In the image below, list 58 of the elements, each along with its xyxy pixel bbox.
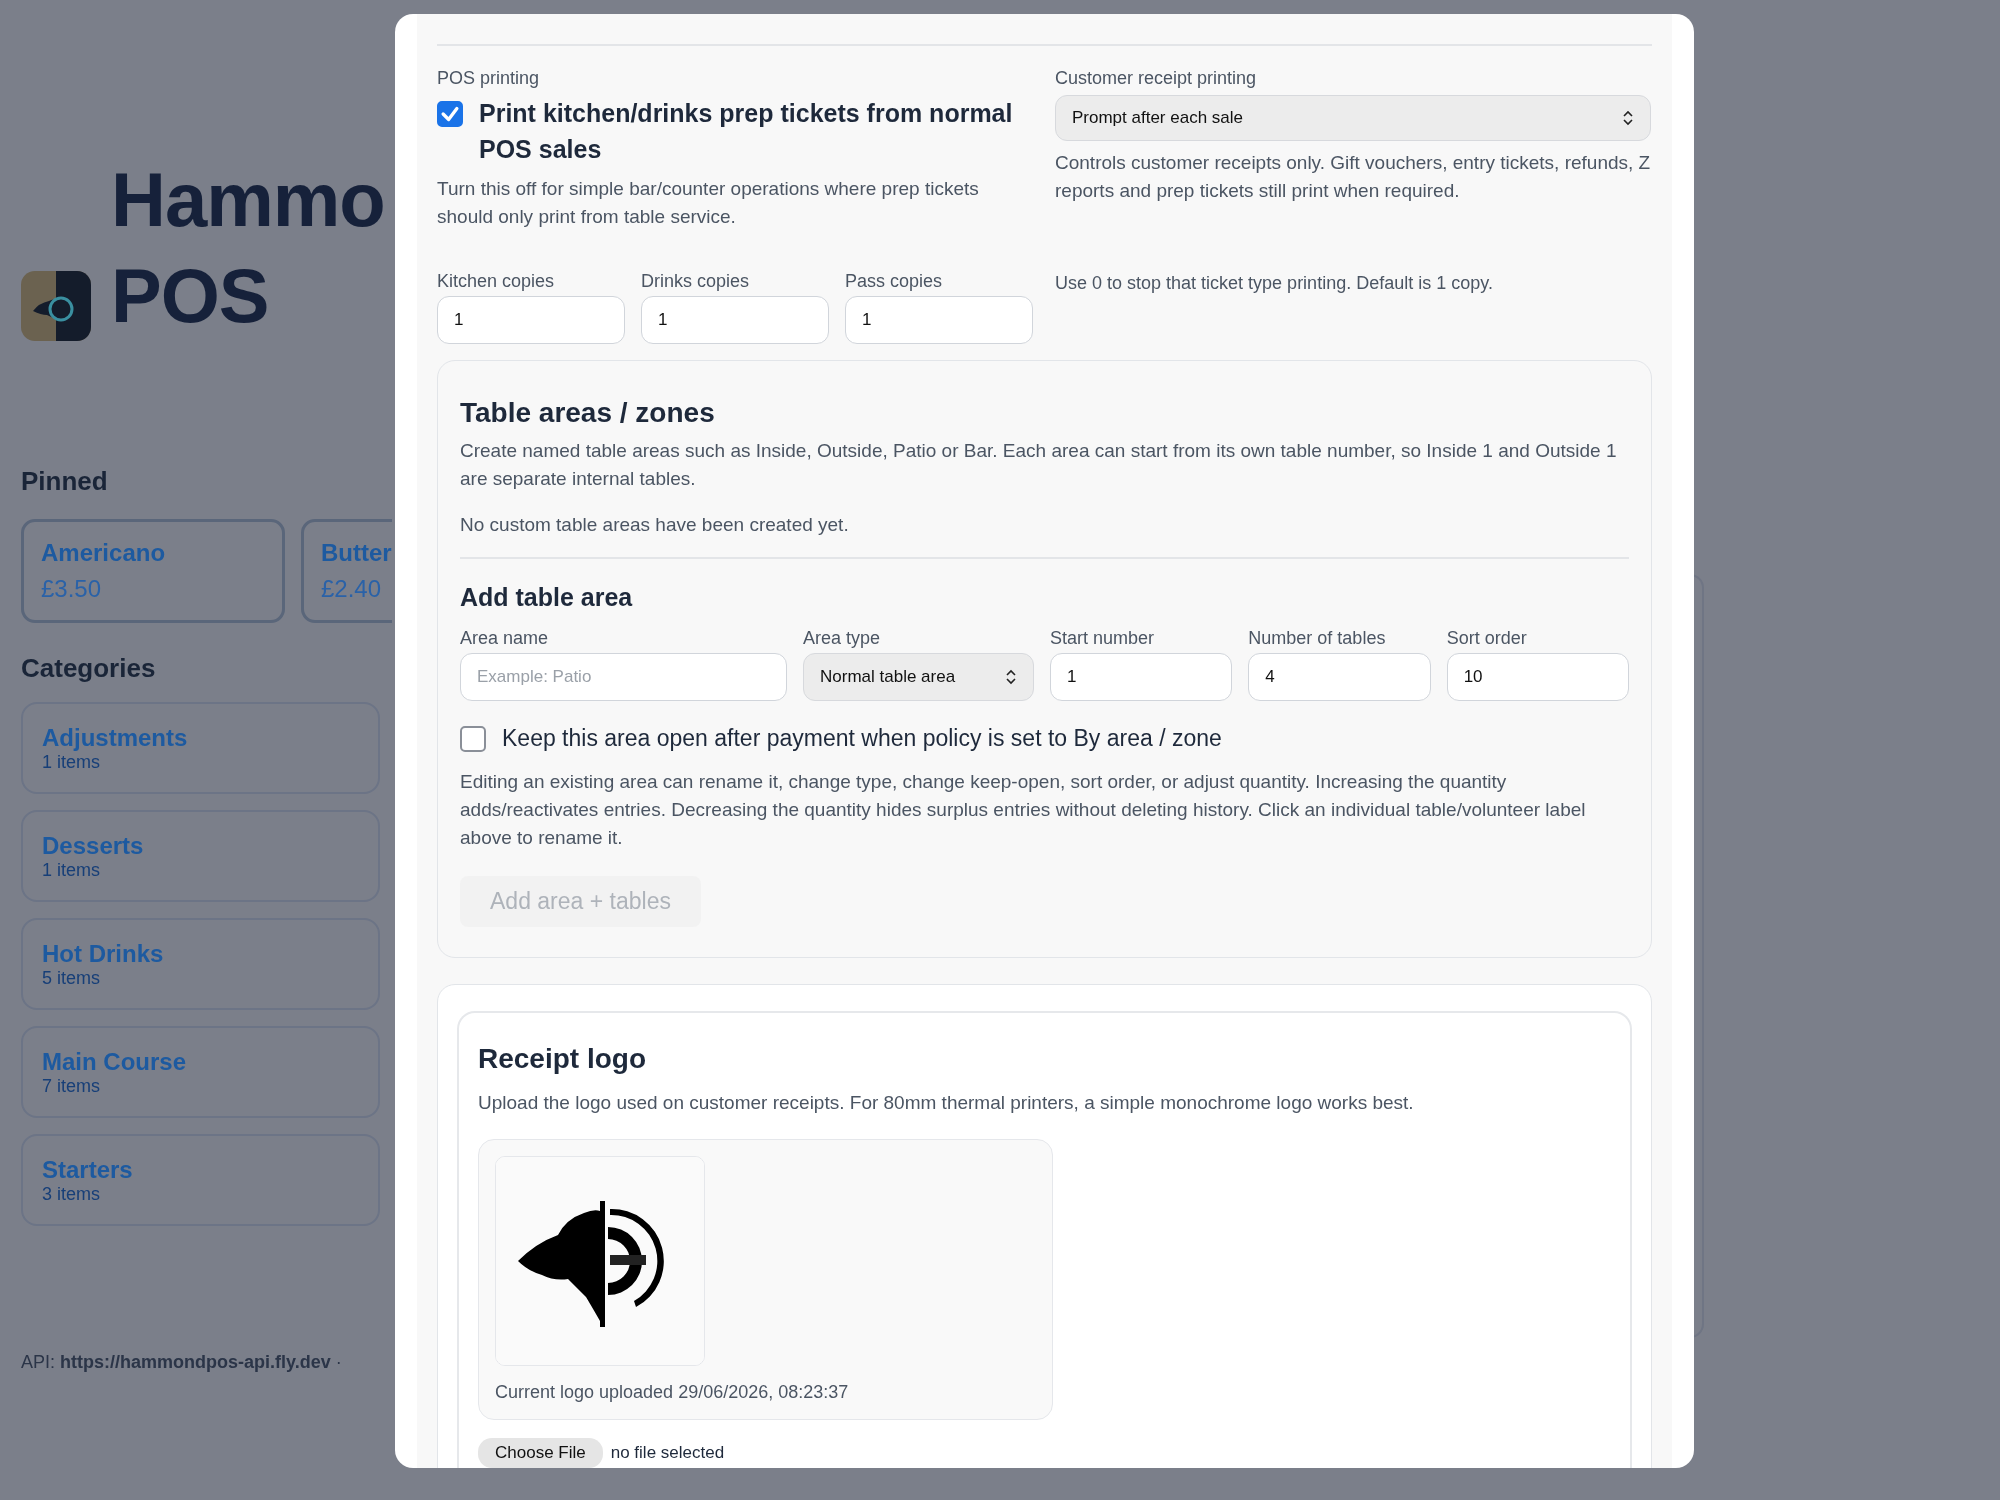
category-name: Hot Drinks	[42, 939, 165, 968]
input-field[interactable]: 1	[1050, 653, 1233, 701]
description-text: Create named table areas such as Inside, Outside, Patio or Bar. Each area can start from its own table number, so Inside 1 and Outside 1 are separate internal tables.	[460, 439, 1618, 491]
input-field[interactable]: 1	[845, 296, 1033, 344]
chevron-icon	[1622, 110, 1634, 126]
category-name: Adjustments	[42, 723, 189, 752]
category-name: Desserts	[42, 831, 145, 860]
section-title: Receipt logo	[478, 1043, 647, 1075]
category-name: Main Course	[42, 1047, 188, 1076]
upload-status: Current logo uploaded 29/06/2026, 08:23:37	[495, 1382, 850, 1403]
app-title: POS	[111, 252, 270, 340]
app-logo-icon	[21, 271, 91, 341]
section-title: Table areas / zones	[460, 397, 716, 429]
select-field[interactable]: Normal table area	[803, 653, 1034, 701]
field-label: Number of tables	[1248, 628, 1387, 649]
checkbox[interactable]	[437, 101, 463, 127]
file-status: no file selected	[610, 1443, 725, 1463]
product-name: Butter	[321, 539, 392, 567]
field-label: Pass copies	[845, 271, 944, 292]
input-field[interactable]: 4	[1248, 653, 1431, 701]
section-heading: Categories	[21, 653, 157, 684]
field-label: Start number	[1050, 628, 1156, 649]
api-info: API: https://hammondpos-api.fly.dev ·	[21, 1352, 343, 1373]
section-heading: Pinned	[21, 466, 109, 497]
product-price: £2.40	[321, 575, 383, 603]
section-title: Add table area	[460, 583, 634, 612]
category-count: 1 items	[42, 859, 102, 881]
help-text: Controls customer receipts only. Gift vouchers, entry tickets, refunds, Z reports and prep tickets still print when required.	[1055, 151, 1651, 203]
category-count: 3 items	[42, 1183, 102, 1205]
field-label: Sort order	[1446, 628, 1528, 649]
product-name: Americano	[41, 539, 167, 567]
input-field[interactable]: 10	[1446, 653, 1629, 701]
category-count: 5 items	[42, 967, 102, 989]
field-label: POS printing	[437, 68, 541, 89]
chevron-icon	[1005, 669, 1017, 685]
field-label: Area name	[460, 628, 550, 649]
product-price: £3.50	[41, 575, 103, 603]
field-label: Drinks copies	[641, 271, 751, 292]
input-field[interactable]: Example: Patio	[460, 653, 787, 701]
checkbox-label: Print kitchen/drinks prep tickets from normal POS sales	[479, 98, 1014, 165]
help-text: Editing an existing area can rename it, change type, change keep-open, sort order, or adjust quantity. Increasing the quantity adds/reactivates entries. Decreasing the quantity hides surplus entries without deleting history. Click an individual table/volunteer label above to rename it.	[460, 770, 1587, 850]
app-title: Hammo	[111, 156, 386, 244]
choose-file-button[interactable]: Choose File	[478, 1438, 603, 1468]
field-label: Customer receipt printing	[1055, 68, 1258, 89]
input-field[interactable]: 1	[437, 296, 625, 344]
category-name: Starters	[42, 1155, 134, 1184]
checkbox[interactable]	[460, 725, 486, 752]
help-text: Use 0 to stop that ticket type printing. Default is 1 copy.	[1055, 272, 1494, 295]
empty-message: No custom table areas have been created yet.	[460, 513, 850, 537]
category-count: 7 items	[42, 1075, 102, 1097]
select-field[interactable]: Prompt after each sale	[1055, 95, 1651, 141]
category-count: 1 items	[42, 751, 102, 773]
help-text: Turn this off for simple bar/counter operations where prep tickets should only print from table service.	[437, 177, 980, 229]
field-label: Kitchen copies	[437, 271, 556, 292]
input-field[interactable]: 1	[641, 296, 829, 344]
checkbox-label: Keep this area open after payment when policy is set to By area / zone	[502, 725, 1222, 752]
description-text: Upload the logo used on customer receipts. For 80mm thermal printers, a simple monochrome logo works best.	[478, 1091, 1415, 1115]
field-label: Area type	[803, 628, 882, 649]
